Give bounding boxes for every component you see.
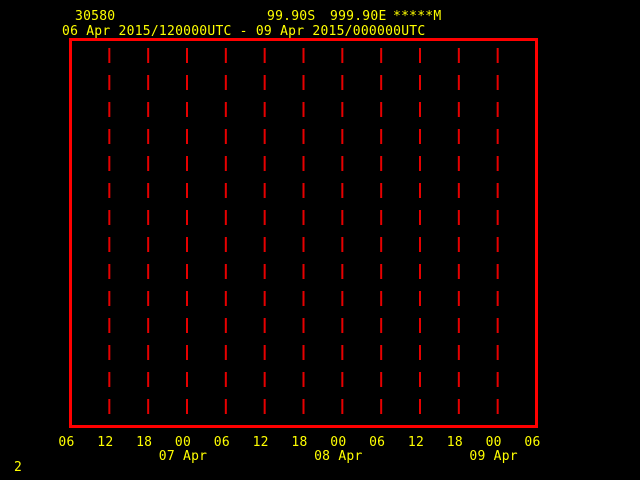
x-tick-label: 06 [213, 435, 230, 450]
x-date-label: 07 Apr [158, 449, 208, 464]
x-tick-label: 00 [330, 435, 347, 450]
x-tick-label: 00 [485, 435, 502, 450]
plot-frame [69, 38, 538, 428]
meteogram-screen: { "header": { "station_id": "30580", "la… [0, 0, 640, 480]
x-tick-label: 18 [291, 435, 308, 450]
plot-area [69, 38, 538, 428]
x-tick-label: 18 [136, 435, 153, 450]
x-tick-label: 12 [97, 435, 114, 450]
x-tick-label: 18 [446, 435, 463, 450]
x-date-label: 08 Apr [314, 449, 363, 464]
x-date-label: 09 Apr [469, 449, 518, 464]
x-tick-label: 06 [524, 435, 541, 450]
x-tick-label: 00 [174, 435, 192, 450]
x-tick-label: 12 [407, 435, 425, 450]
x-tick-label: 12 [252, 435, 269, 450]
time-gridlines [108, 48, 499, 424]
x-tick-label: 06 [369, 435, 386, 450]
page-number: 2 [14, 460, 23, 475]
x-tick-label: 06 [58, 435, 75, 450]
